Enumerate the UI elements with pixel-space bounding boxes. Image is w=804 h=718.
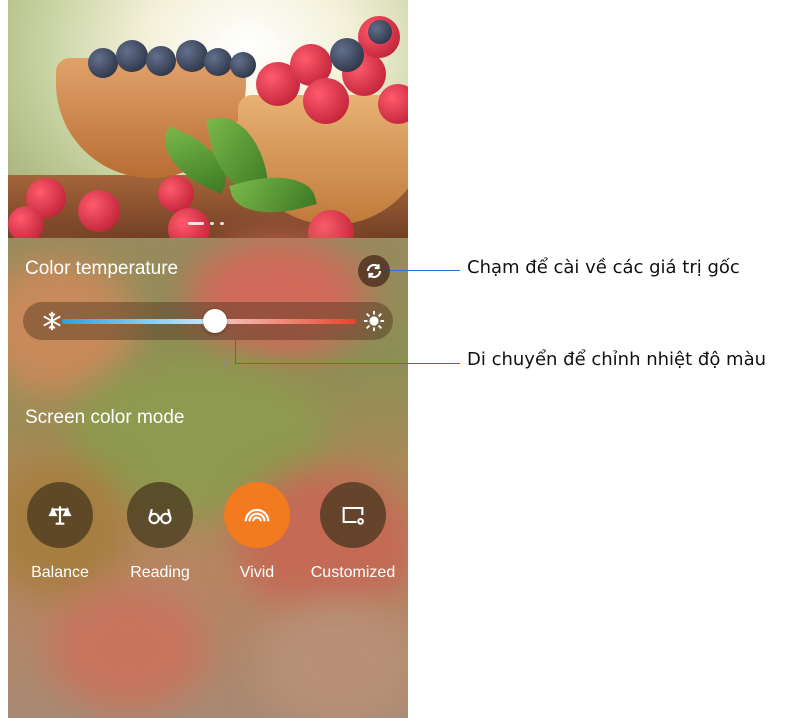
mode-balance-circle[interactable] [27,482,93,548]
mode-label: Customized [310,564,396,581]
slider-callout-line-vertical [235,333,236,363]
mode-customized[interactable]: Customized [308,482,398,582]
reset-icon [366,263,382,279]
balance-scale-icon [48,506,72,525]
page-indicator [188,222,224,225]
slider-callout-line-horizontal [235,363,460,364]
mode-vivid[interactable]: Vivid [212,482,302,582]
mode-label: Vivid [239,564,275,581]
snowflake-icon [43,311,61,331]
mode-label: Balance [31,564,89,581]
slider-thumb[interactable] [202,309,227,333]
sun-icon [363,310,385,332]
customize-screen-icon [342,506,364,525]
color-temperature-title: Color temperature [25,258,179,279]
glasses-icon [148,508,172,525]
mode-reading-circle[interactable] [127,482,193,548]
slider-annotation: Di chuyển để chỉnh nhiệt độ màu [467,349,767,370]
vivid-arcs-icon [244,508,270,522]
mode-customized-circle[interactable] [320,482,386,548]
wallpaper-photo [8,0,408,238]
phone-screen: Color temperature Screen color mode Bala… [8,0,408,718]
reset-annotation: Chạm để cài về các giá trị gốc [467,257,740,278]
mode-vivid-circle[interactable] [224,482,290,548]
mode-reading[interactable]: Reading [115,482,205,582]
reset-button[interactable] [358,255,390,287]
screen-color-mode-title: Screen color mode [25,407,185,428]
reset-callout-line [390,270,460,271]
mode-label: Reading [130,564,190,581]
mode-balance[interactable]: Balance [15,482,105,582]
